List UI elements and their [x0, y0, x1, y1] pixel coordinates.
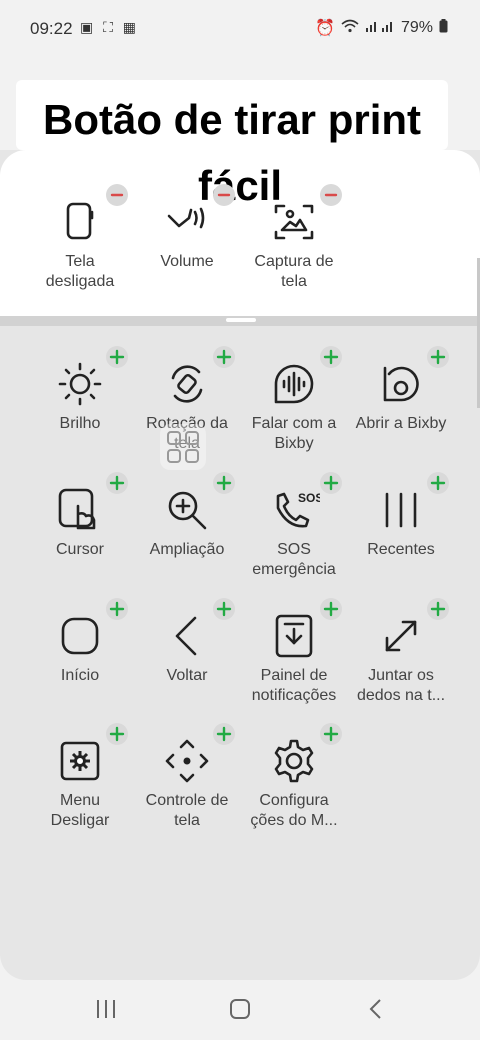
drag-indicator-icon [160, 424, 206, 470]
button-label: Falar com a Bixby [251, 415, 337, 452]
remove-icon[interactable] [106, 184, 128, 206]
signal-icon [365, 19, 395, 38]
add-icon[interactable] [106, 346, 128, 368]
button-tile-inicio[interactable]: Início [24, 610, 136, 686]
button-label: Painel de notificações [251, 667, 337, 704]
notification-icons: ▣ ⛶ ▦ [80, 19, 140, 35]
add-icon[interactable] [213, 723, 235, 745]
button-label: Brilho [59, 415, 101, 432]
button-label: Ampliação [149, 541, 225, 558]
status-time: 09:22 [30, 19, 73, 38]
button-label: Abrir a Bixby [355, 415, 447, 432]
add-icon[interactable] [106, 723, 128, 745]
notification-panel-icon [275, 614, 313, 658]
screen-control-icon [165, 739, 209, 783]
add-icon[interactable] [213, 598, 235, 620]
add-icon[interactable] [320, 346, 342, 368]
button-tile-falar-com-a-bixby[interactable]: Falar com a Bixby [238, 358, 350, 454]
sun-icon [58, 362, 102, 406]
button-label: Recentes [367, 541, 435, 558]
button-label: Voltar [166, 667, 208, 684]
add-icon[interactable] [106, 598, 128, 620]
caption-title: Botão de tirar print [42, 96, 422, 143]
button-label: Controle de tela [145, 792, 229, 829]
button-tile-captura-de-tela[interactable]: Captura de tela [238, 196, 350, 292]
button-label: Menu Desligar [50, 792, 110, 829]
button-tile-recentes[interactable]: Recentes [345, 484, 457, 560]
button-label: Volume [160, 253, 214, 270]
button-tile-configura-coes-do-m[interactable]: Configura ções do M... [238, 735, 350, 831]
sos-icon: SOS [276, 491, 320, 528]
battery-icon [439, 18, 448, 38]
rotate-icon [171, 365, 203, 403]
recents-nav-icon[interactable] [94, 998, 118, 1025]
power-menu-icon [60, 741, 100, 781]
button-tile-abrir-a-bixby[interactable]: Abrir a Bixby [345, 358, 457, 434]
alarm-icon: ⏰ [315, 20, 335, 37]
add-icon[interactable] [106, 472, 128, 494]
voice-icon [274, 364, 314, 404]
battery-percent: 79% [400, 19, 433, 36]
button-label: Início [60, 667, 100, 684]
home-icon [61, 617, 99, 655]
button-label: Tela desligada [45, 253, 115, 290]
back-icon [175, 616, 197, 656]
add-icon[interactable] [213, 346, 235, 368]
add-icon[interactable] [213, 472, 235, 494]
screenshot-icon [274, 204, 314, 240]
button-label: Configura ções do M... [250, 792, 338, 829]
cursor-icon [58, 488, 96, 530]
volume-hand-icon [167, 207, 205, 229]
remove-icon[interactable] [320, 184, 342, 206]
settings-icon [274, 739, 314, 783]
home-nav-icon[interactable] [228, 998, 252, 1025]
zoom-icon [168, 491, 207, 530]
button-tile-controle-de-tela[interactable]: Controle de tela [131, 735, 243, 831]
phone-side-icon [66, 202, 94, 240]
button-tile-ampliacao[interactable]: Ampliação [131, 484, 243, 560]
add-icon[interactable] [320, 723, 342, 745]
wifi-icon [341, 19, 359, 38]
status-right: ⏰ 79% [315, 18, 448, 38]
button-tile-volume[interactable]: Volume [131, 196, 243, 272]
button-tile-cursor[interactable]: Cursor [24, 484, 136, 560]
button-label: Juntar os dedos na t... [356, 667, 446, 704]
button-tile-juntar-os-dedos-na-t[interactable]: Juntar os dedos na t... [345, 610, 457, 706]
pinch-icon [385, 620, 417, 652]
button-tile-painel-de-notificacoes[interactable]: Painel de notificações [238, 610, 350, 706]
button-label: SOS emergência [252, 541, 336, 578]
add-icon[interactable] [320, 598, 342, 620]
back-nav-icon[interactable] [366, 998, 386, 1025]
button-tile-voltar[interactable]: Voltar [131, 610, 243, 686]
add-icon[interactable] [320, 472, 342, 494]
status-bar: 09:22 ▣ ⛶ ▦ ⏰ 79% [0, 0, 480, 56]
navigation-bar [0, 980, 480, 1040]
button-tile-tela-desligada[interactable]: Tela desligada [24, 196, 136, 292]
button-tile-brilho[interactable]: Brilho [24, 358, 136, 434]
svg-text:SOS: SOS [298, 491, 320, 505]
bixby-icon [383, 366, 419, 402]
add-icon[interactable] [427, 346, 449, 368]
button-label: Cursor [55, 541, 104, 558]
drag-handle[interactable] [226, 318, 256, 322]
add-icon[interactable] [427, 598, 449, 620]
remove-icon[interactable] [213, 184, 235, 206]
button-tile-menu-desligar[interactable]: Menu Desligar [24, 735, 136, 831]
add-icon[interactable] [427, 472, 449, 494]
recents-icon [385, 492, 417, 528]
button-label: Captura de tela [254, 253, 334, 290]
button-tile-sos-emergencia[interactable]: SOS SOS emergência [238, 484, 350, 580]
